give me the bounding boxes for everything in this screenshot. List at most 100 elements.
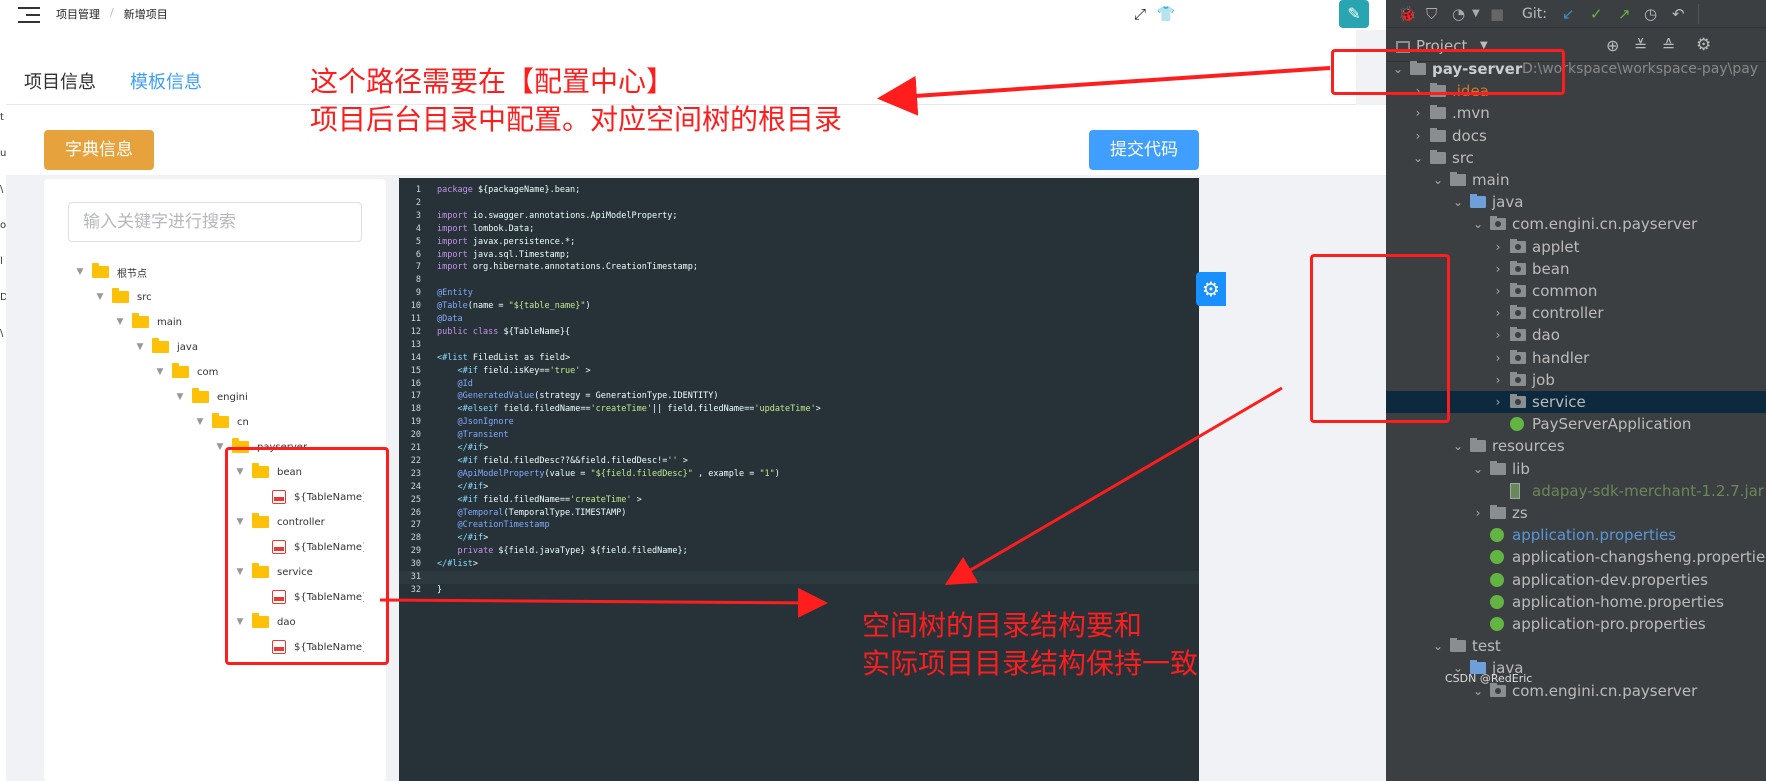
code-line[interactable]: 14 <#list FiledList as field> — [399, 352, 1199, 365]
tree-folder-node[interactable]: ▼ bean — [234, 461, 302, 483]
code-line[interactable]: 3 import io.swagger.annotations.ApiModelP… — [399, 210, 1199, 223]
chevron-down-icon[interactable]: ⌄ — [1412, 147, 1424, 169]
chevron-down-icon[interactable]: ⌄ — [1432, 635, 1444, 657]
coverage-icon[interactable]: ⛉ — [1426, 4, 1437, 24]
ide-tree-row[interactable]: › .mvn — [1386, 102, 1766, 124]
skin-icon[interactable]: 👕 — [1156, 4, 1176, 24]
ide-tree-row[interactable]: application-pro.properties — [1386, 613, 1766, 635]
code-line[interactable]: 6 import java.sql.Timestamp; — [399, 249, 1199, 262]
code-line[interactable]: 1 package ${packageName}.bean; — [399, 184, 1199, 197]
code-line[interactable]: 13 — [399, 339, 1199, 352]
tree-folder-node[interactable]: ▼ dao — [234, 611, 296, 633]
chevron-right-icon[interactable]: › — [1492, 324, 1504, 346]
git-commit-icon[interactable]: ✓ — [1590, 4, 1603, 24]
ide-tree-row[interactable]: application-changsheng.properties — [1386, 546, 1766, 568]
code-line[interactable]: 15 <#if field.isKey=='true' > — [399, 365, 1199, 378]
tree-folder-node[interactable]: ▼ 根节点 — [74, 261, 147, 283]
code-line[interactable]: 12 public class ${TableName}{ — [399, 326, 1199, 339]
tree-folder-node[interactable]: ▼ service — [234, 561, 313, 583]
ide-tree-row[interactable]: ⌄ src — [1386, 147, 1766, 169]
code-line[interactable]: 17 @GeneratedValue(strategy = Generation… — [399, 390, 1199, 403]
code-line[interactable]: 21 </#if> — [399, 442, 1199, 455]
tree-file-node[interactable]: ${TableName}.jav — [254, 486, 364, 508]
dictionary-button[interactable]: 字典信息 — [44, 130, 154, 170]
ide-tree-row[interactable]: application-dev.properties — [1386, 569, 1766, 591]
ide-tree-row[interactable]: ⌄ main — [1386, 169, 1766, 191]
ide-tree-row[interactable]: › .idea — [1386, 80, 1766, 102]
caret-down-icon[interactable]: ▼ — [194, 417, 206, 427]
chevron-down-icon[interactable]: ⌄ — [1472, 213, 1484, 235]
code-line[interactable]: 25 <#if field.filedName=='createTime' > — [399, 494, 1199, 507]
code-line[interactable]: 9 @Entity — [399, 287, 1199, 300]
settings-gear-icon[interactable]: ⚙ — [1196, 272, 1226, 306]
ide-tree-row[interactable]: › bean — [1386, 258, 1766, 280]
code-line[interactable]: 2 — [399, 197, 1199, 210]
profile-icon[interactable]: ◔ — [1452, 4, 1465, 24]
chevron-right-icon[interactable]: › — [1492, 347, 1504, 369]
chevron-right-icon[interactable]: › — [1492, 302, 1504, 324]
ide-tree-row[interactable]: ⌄ com.engini.cn.payserver — [1386, 680, 1766, 702]
code-line[interactable]: 31 — [399, 571, 1199, 584]
submit-code-button[interactable]: 提交代码 — [1089, 130, 1199, 170]
chevron-right-icon[interactable]: › — [1412, 125, 1424, 147]
code-line[interactable]: 22 <#if field.filedDesc??&&field.filedDe… — [399, 455, 1199, 468]
tree-folder-node[interactable]: ▼ controller — [234, 511, 325, 533]
code-line[interactable]: 27 @CreationTimestamp — [399, 519, 1199, 532]
chevron-down-icon[interactable]: ⌄ — [1472, 458, 1484, 480]
git-push-icon[interactable]: ↗ — [1618, 4, 1631, 24]
stop-icon[interactable]: ■ — [1490, 4, 1504, 24]
collapse-all-icon[interactable]: ≙ — [1662, 36, 1675, 55]
chevron-down-icon[interactable]: ⌄ — [1452, 191, 1464, 213]
ide-tree-row[interactable]: › docs — [1386, 125, 1766, 147]
ide-tree-row[interactable]: › applet — [1386, 236, 1766, 258]
ide-tree-row[interactable]: ⌄ pay-server D:\workspace\workspace-pay\pa… — [1386, 58, 1766, 80]
code-line[interactable]: 16 @Id — [399, 378, 1199, 391]
tree-folder-node[interactable]: ▼ cn — [194, 411, 249, 433]
chevron-right-icon[interactable]: › — [1412, 80, 1424, 102]
code-line[interactable]: 7 import org.hibernate.annotations.Creati… — [399, 261, 1199, 274]
caret-down-icon[interactable]: ▼ — [234, 617, 246, 627]
tree-search-input[interactable] — [68, 202, 362, 242]
tree-file-node[interactable]: ${TableName}Da — [254, 636, 364, 658]
chevron-right-icon[interactable]: › — [1472, 502, 1484, 524]
menu-toggle-icon[interactable] — [18, 6, 40, 24]
tree-file-node[interactable]: ${TableName}Co — [254, 536, 364, 558]
fullscreen-icon[interactable]: ⤢ — [1130, 4, 1150, 24]
ide-tree-row[interactable]: › controller — [1386, 302, 1766, 324]
code-line[interactable]: 8 — [399, 274, 1199, 287]
chevron-right-icon[interactable]: › — [1492, 236, 1504, 258]
ide-tree-row[interactable]: ⌄ java — [1386, 657, 1766, 679]
code-editor[interactable]: 1 package ${packageName}.bean; 2 3 import io… — [399, 178, 1199, 781]
debug-icon[interactable]: 🐞 — [1398, 4, 1417, 24]
chevron-down-icon[interactable]: ⌄ — [1452, 435, 1464, 457]
code-line[interactable]: 29 private ${field.javaType} ${field.fil… — [399, 545, 1199, 558]
git-update-icon[interactable]: ↙ — [1562, 4, 1575, 24]
chevron-right-icon[interactable]: › — [1492, 258, 1504, 280]
caret-down-icon[interactable]: ▼ — [114, 317, 126, 327]
code-line[interactable]: 10 @Table(name = "${table_name}") — [399, 300, 1199, 313]
chevron-right-icon[interactable]: › — [1492, 391, 1504, 413]
ide-tree-row[interactable]: ⌄ resources — [1386, 435, 1766, 457]
caret-down-icon[interactable]: ▼ — [74, 267, 86, 277]
ide-tree-row[interactable]: adapay-sdk-merchant-1.2.7.jar — [1386, 480, 1766, 502]
code-line[interactable]: 24 </#if> — [399, 481, 1199, 494]
ide-tree-row[interactable]: ⌄ java — [1386, 191, 1766, 213]
gear-icon[interactable]: ⚙ — [1696, 35, 1711, 55]
chevron-down-icon[interactable]: ▼ — [1472, 4, 1480, 24]
chevron-right-icon[interactable]: › — [1492, 280, 1504, 302]
ide-tree-row[interactable]: › service — [1386, 391, 1766, 413]
tree-file-node[interactable]: ${TableName}Se — [254, 586, 364, 608]
rollback-icon[interactable]: ↶ — [1672, 4, 1685, 24]
tree-folder-node[interactable]: ▼ payserver — [214, 436, 307, 458]
ide-tree-row[interactable]: › job — [1386, 369, 1766, 391]
code-line[interactable]: 23 @ApiModelProperty(value = "${field.fi… — [399, 468, 1199, 481]
caret-down-icon[interactable]: ▼ — [94, 292, 106, 302]
breadcrumb-item[interactable]: 项目管理 — [56, 6, 100, 22]
chevron-down-icon[interactable]: ⌄ — [1392, 58, 1404, 80]
ide-tree-row[interactable]: › dao — [1386, 324, 1766, 346]
ide-tree-row[interactable]: › zs — [1386, 502, 1766, 524]
caret-down-icon[interactable]: ▼ — [134, 342, 146, 352]
code-line[interactable]: 11 @Data — [399, 313, 1199, 326]
chevron-right-icon[interactable]: › — [1492, 369, 1504, 391]
tree-folder-node[interactable]: ▼ com — [154, 361, 218, 383]
